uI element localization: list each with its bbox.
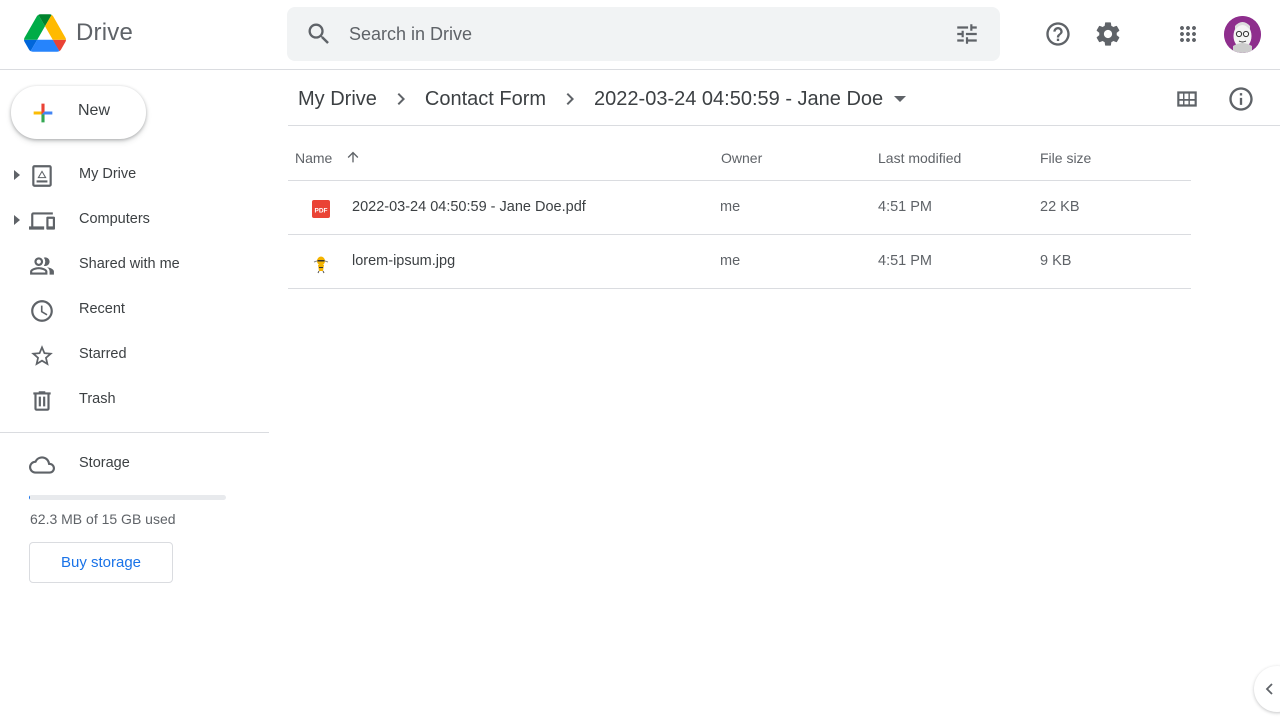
sidebar-divider bbox=[0, 432, 269, 433]
file-name: lorem-ipsum.jpg bbox=[352, 253, 456, 269]
file-modified: 4:51 PM bbox=[878, 199, 932, 215]
sidebar-item-label: Recent bbox=[79, 301, 125, 317]
column-header-name[interactable]: Name bbox=[295, 150, 332, 166]
sidebar-item-label: Trash bbox=[79, 391, 116, 407]
svg-text:PDF: PDF bbox=[315, 208, 328, 215]
sidebar-item-recent[interactable]: Recent bbox=[0, 290, 268, 330]
breadcrumb-item-current-folder[interactable]: 2022-03-24 04:50:59 - Jane Doe bbox=[594, 88, 883, 111]
apps-button[interactable] bbox=[1170, 16, 1206, 52]
star-icon bbox=[31, 345, 53, 366]
file-owner: me bbox=[720, 199, 741, 215]
storage-usage-fill bbox=[29, 495, 30, 500]
file-owner: me bbox=[720, 253, 741, 269]
file-size: 22 KB bbox=[1040, 199, 1080, 215]
drive-logo-icon bbox=[24, 14, 66, 52]
new-button[interactable]: New bbox=[11, 86, 146, 139]
image-thumbnail-icon bbox=[313, 256, 329, 274]
breadcrumb-item-my-drive[interactable]: My Drive bbox=[298, 88, 377, 111]
sidebar-item-label: Shared with me bbox=[79, 256, 180, 272]
arrow-up-icon[interactable] bbox=[345, 149, 361, 165]
search-bar[interactable] bbox=[287, 7, 1000, 61]
breadcrumb-item-contact-form[interactable]: Contact Form bbox=[425, 88, 546, 111]
storage-usage-bar bbox=[29, 495, 226, 500]
computers-icon bbox=[29, 212, 55, 230]
column-header-owner[interactable]: Owner bbox=[721, 150, 762, 166]
my-drive-icon bbox=[32, 165, 52, 187]
top-bar: Drive bbox=[0, 0, 1280, 70]
sidebar-item-label: Computers bbox=[79, 211, 150, 227]
account-avatar[interactable] bbox=[1224, 16, 1261, 53]
info-icon bbox=[1229, 87, 1253, 111]
buy-storage-button[interactable]: Buy storage bbox=[29, 542, 173, 583]
plus-icon bbox=[33, 103, 53, 123]
search-icon[interactable] bbox=[305, 20, 333, 48]
gear-icon bbox=[1096, 22, 1120, 46]
caret-down-icon[interactable] bbox=[893, 92, 907, 106]
help-circle-icon bbox=[1046, 22, 1070, 46]
file-name: 2022-03-24 04:50:59 - Jane Doe.pdf bbox=[352, 199, 586, 215]
search-options-icon[interactable] bbox=[954, 21, 980, 47]
sidebar-item-starred[interactable]: Starred bbox=[0, 335, 268, 375]
chevron-right-icon bbox=[389, 87, 413, 111]
details-button[interactable] bbox=[1226, 84, 1256, 114]
sidebar-item-storage[interactable]: Storage bbox=[0, 444, 268, 484]
new-button-label: New bbox=[78, 102, 111, 119]
trash-icon bbox=[33, 391, 51, 411]
sidebar-item-shared-with-me[interactable]: Shared with me bbox=[0, 245, 268, 285]
clock-icon bbox=[31, 300, 53, 322]
sidebar-item-label: Starred bbox=[79, 346, 127, 362]
app-name: Drive bbox=[76, 19, 134, 46]
column-header-file-size[interactable]: File size bbox=[1040, 150, 1091, 166]
grid-view-icon bbox=[1177, 91, 1197, 107]
file-modified: 4:51 PM bbox=[878, 253, 932, 269]
search-input[interactable] bbox=[349, 17, 929, 51]
expand-caret-icon[interactable] bbox=[12, 214, 22, 226]
shared-people-icon bbox=[30, 257, 54, 275]
sidebar-item-label: My Drive bbox=[79, 166, 137, 182]
breadcrumb: My Drive Contact Form 2022-03-24 04:50:5… bbox=[298, 84, 907, 114]
apps-grid-icon bbox=[1180, 26, 1196, 42]
drive-logo[interactable]: Drive bbox=[24, 14, 133, 52]
side-panel-toggle[interactable] bbox=[1254, 666, 1280, 712]
storage-label: Storage bbox=[79, 455, 130, 471]
grid-view-button[interactable] bbox=[1172, 84, 1202, 114]
storage-usage-text: 62.3 MB of 15 GB used bbox=[30, 511, 176, 527]
column-header-last-modified[interactable]: Last modified bbox=[878, 150, 961, 166]
file-size: 9 KB bbox=[1040, 253, 1072, 269]
help-button[interactable] bbox=[1040, 16, 1076, 52]
chevron-left-icon bbox=[1265, 683, 1273, 695]
file-list-header: Name Owner Last modified File size bbox=[288, 138, 1191, 181]
avatar-icon bbox=[1224, 16, 1261, 53]
sidebar-item-trash[interactable]: Trash bbox=[0, 380, 268, 420]
table-row[interactable]: PDF 2022-03-24 04:50:59 - Jane Doe.pdf m… bbox=[288, 181, 1191, 235]
cloud-icon bbox=[29, 456, 55, 474]
sidebar-item-computers[interactable]: Computers bbox=[0, 200, 268, 240]
sidebar-item-my-drive[interactable]: My Drive bbox=[0, 155, 268, 195]
chevron-right-icon bbox=[558, 87, 582, 111]
expand-caret-icon[interactable] bbox=[12, 169, 22, 181]
content-divider bbox=[288, 125, 1280, 126]
settings-button[interactable] bbox=[1090, 16, 1126, 52]
pdf-file-icon: PDF bbox=[312, 200, 330, 218]
table-row[interactable]: lorem-ipsum.jpg me 4:51 PM 9 KB bbox=[288, 235, 1191, 289]
